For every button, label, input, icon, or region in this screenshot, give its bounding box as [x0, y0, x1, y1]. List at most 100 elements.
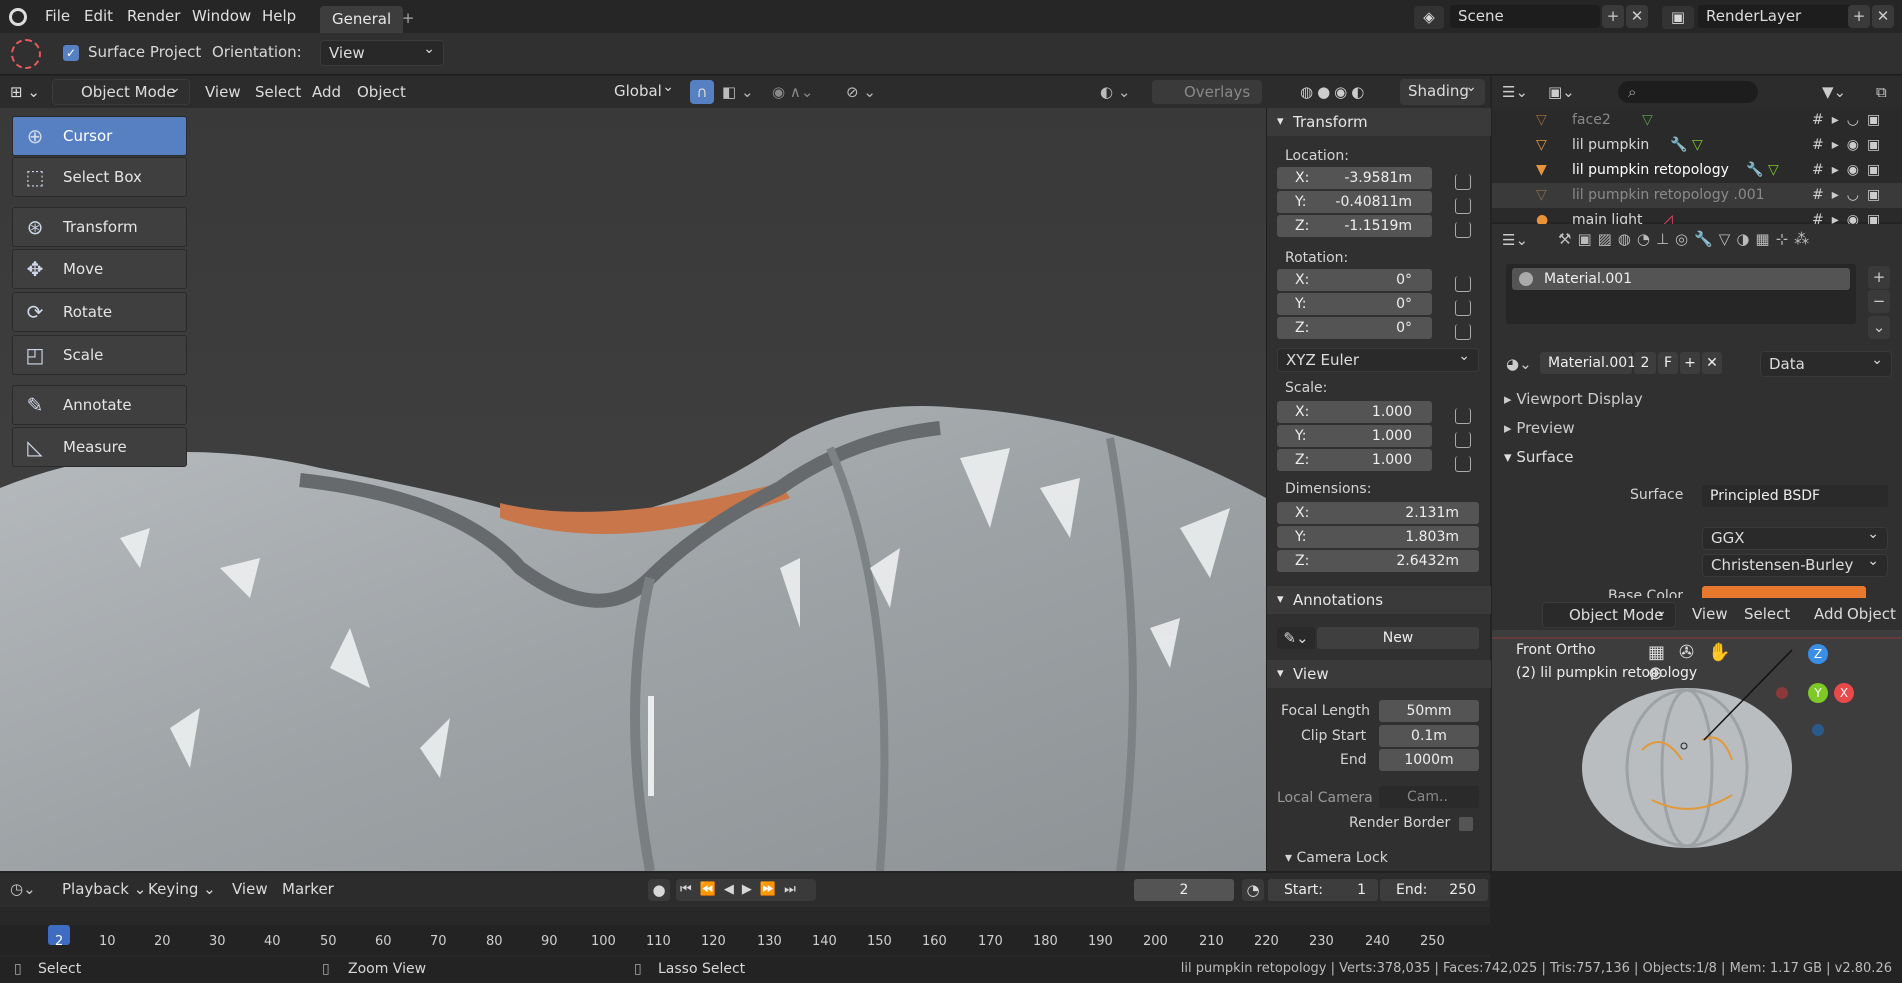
lock-icon[interactable]: [1455, 276, 1471, 292]
menu-edit[interactable]: Edit: [84, 0, 113, 33]
focal-length-field[interactable]: 50mm: [1379, 700, 1479, 722]
rotation-mode-dropdown[interactable]: XYZ Euler: [1277, 345, 1479, 372]
timeline-editor-icon[interactable]: ◷⌄: [10, 873, 36, 905]
lock-icon[interactable]: [1455, 432, 1471, 448]
viewport-menu-select[interactable]: Select: [255, 76, 301, 108]
new-material-button[interactable]: +: [1680, 352, 1700, 374]
distribution-dropdown[interactable]: GGX: [1702, 524, 1888, 550]
editor-type-icon[interactable]: ⊞ ⌄: [10, 76, 46, 108]
annotations-panel-header[interactable]: Annotations: [1267, 586, 1491, 614]
tool-transform[interactable]: ⊛ Transform: [12, 207, 187, 247]
subsurface-method-dropdown[interactable]: Christensen-Burley: [1702, 551, 1888, 577]
blender-logo-icon[interactable]: [9, 8, 27, 26]
add-workspace-icon[interactable]: +: [398, 6, 418, 30]
current-frame-field[interactable]: 2: [1134, 879, 1234, 901]
menu-help[interactable]: Help: [262, 0, 296, 33]
delete-render-layer-button[interactable]: ✕: [1872, 5, 1894, 28]
overlays-button[interactable]: Overlays: [1152, 80, 1262, 104]
outliner-editor-icon[interactable]: ☰⌄: [1502, 76, 1528, 108]
material-name-field[interactable]: Material.001: [1540, 352, 1636, 374]
menu-render[interactable]: Render: [127, 0, 180, 33]
front-ortho-viewport[interactable]: Object Mode View Select Add Object Front…: [1492, 598, 1902, 871]
lock-icon[interactable]: [1455, 408, 1471, 424]
surface-shader-field[interactable]: Principled BSDF: [1702, 485, 1888, 507]
browse-material-icon[interactable]: ◕⌄: [1506, 352, 1536, 376]
lock-icon[interactable]: [1455, 300, 1471, 316]
viewport-menu-view[interactable]: View: [205, 76, 241, 108]
neg-z-axis-icon[interactable]: [1812, 724, 1824, 736]
viewport-menu-object[interactable]: Object: [357, 76, 406, 108]
visibility-icon[interactable]: ◐ ⌄: [1100, 76, 1140, 108]
viewport-display-section[interactable]: ▸ Viewport Display: [1504, 390, 1643, 408]
new-render-layer-button[interactable]: +: [1848, 5, 1870, 28]
location-x-field[interactable]: X: -3.9581m: [1277, 167, 1432, 189]
remove-slot-button[interactable]: −: [1868, 290, 1890, 313]
lock-icon[interactable]: [1455, 456, 1471, 472]
dimensions-z-field[interactable]: Z: 2.6432m: [1277, 550, 1479, 572]
mini-menu-view[interactable]: View: [1692, 598, 1728, 630]
tool-scale[interactable]: ◰ Scale: [12, 335, 187, 375]
slot-specials-button[interactable]: ⌄: [1868, 316, 1890, 339]
visibility-toggles[interactable]: #▸◡▣ #▸◉▣ #▸◉▣ #▸◡▣ #▸◉▣: [1812, 108, 1902, 228]
tool-cursor[interactable]: ⊕ Cursor: [12, 116, 187, 156]
surface-project-checkbox[interactable]: ✓: [63, 45, 79, 61]
viewport-menu-add[interactable]: Add: [312, 76, 341, 108]
lock-icon[interactable]: [1455, 324, 1471, 340]
timeline-menu-view[interactable]: View: [232, 873, 268, 905]
view-panel-header[interactable]: View: [1267, 660, 1491, 688]
menu-file[interactable]: File: [45, 0, 70, 33]
material-users-count[interactable]: 2: [1634, 352, 1656, 374]
shading-mode-icons[interactable]: ◍●◉◐: [1300, 76, 1400, 108]
tool-move[interactable]: ✥ Move: [12, 249, 187, 289]
preview-range-icon[interactable]: ◔: [1242, 879, 1264, 901]
new-scene-button[interactable]: +: [1602, 5, 1624, 28]
end-frame-field[interactable]: End: 250: [1380, 879, 1488, 901]
properties-editor-icon[interactable]: ☰⌄: [1502, 224, 1528, 256]
delete-scene-button[interactable]: ✕: [1626, 5, 1648, 28]
z-axis-icon[interactable]: Z: [1808, 644, 1828, 664]
timeline-menu-playback[interactable]: Playback ⌄: [62, 873, 146, 905]
snap-magnet-icon[interactable]: ∩: [690, 80, 714, 104]
link-dropdown[interactable]: Data: [1760, 348, 1892, 377]
neg-x-axis-icon[interactable]: [1776, 687, 1788, 699]
navigation-gizmo-buttons[interactable]: ▦✇✋⊕: [1648, 642, 1768, 684]
scale-x-field[interactable]: X: 1.000: [1277, 401, 1432, 423]
tool-rotate[interactable]: ⟳ Rotate: [12, 292, 187, 332]
transform-panel-header[interactable]: Transform: [1267, 108, 1491, 136]
mode-dropdown[interactable]: Object Mode: [52, 76, 190, 105]
mini-menu-add[interactable]: Add: [1814, 598, 1843, 630]
timeline-menu-keying[interactable]: Keying ⌄: [148, 873, 216, 905]
fake-user-button[interactable]: F: [1658, 352, 1678, 374]
location-y-field[interactable]: Y: -0.40811m: [1277, 191, 1432, 213]
outliner-search-input[interactable]: ⌕: [1618, 81, 1758, 103]
rotation-x-field[interactable]: X: 0°: [1277, 269, 1432, 291]
mini-mode-dropdown[interactable]: Object Mode: [1542, 599, 1676, 628]
surface-section[interactable]: ▾ Surface: [1504, 448, 1573, 466]
rotation-y-field[interactable]: Y: 0°: [1277, 293, 1432, 315]
dimensions-x-field[interactable]: X: 2.131m: [1277, 502, 1479, 524]
shading-dropdown[interactable]: Shading: [1400, 75, 1485, 105]
menu-window[interactable]: Window: [192, 0, 251, 33]
dimensions-y-field[interactable]: Y: 1.803m: [1277, 526, 1479, 548]
record-icon[interactable]: ●: [648, 879, 670, 901]
local-camera-field[interactable]: Cam..: [1379, 786, 1479, 808]
scale-z-field[interactable]: Z: 1.000: [1277, 449, 1432, 471]
mini-menu-object[interactable]: Object: [1847, 598, 1896, 630]
scene-icon[interactable]: ◈: [1414, 6, 1444, 29]
workspace-tab-general[interactable]: General: [320, 6, 404, 33]
display-mode-icon[interactable]: ▣⌄: [1548, 76, 1575, 108]
new-annotation-button[interactable]: New: [1317, 627, 1479, 649]
preview-section[interactable]: ▸ Preview: [1504, 419, 1575, 437]
filter-icon[interactable]: ▼⌄: [1822, 76, 1846, 108]
new-collection-icon[interactable]: ⧉: [1876, 76, 1887, 108]
y-axis-icon[interactable]: Y: [1808, 683, 1828, 703]
scene-field[interactable]: Scene: [1450, 5, 1600, 28]
unlink-material-button[interactable]: ✕: [1702, 352, 1722, 374]
tool-measure[interactable]: ◺ Measure: [12, 427, 187, 467]
clip-start-field[interactable]: 0.1m: [1379, 725, 1479, 747]
render-layer-field[interactable]: RenderLayer: [1698, 5, 1858, 28]
transform-orientation-dropdown[interactable]: Global: [584, 75, 682, 105]
snap-target-icon[interactable]: ◧ ⌄: [722, 76, 758, 108]
property-tabs[interactable]: ⚒▣▨◍◔⊥◎🔧▽◑▦⊹⁂: [1558, 230, 1898, 250]
timeline-menu-marker[interactable]: Marker: [282, 873, 334, 905]
